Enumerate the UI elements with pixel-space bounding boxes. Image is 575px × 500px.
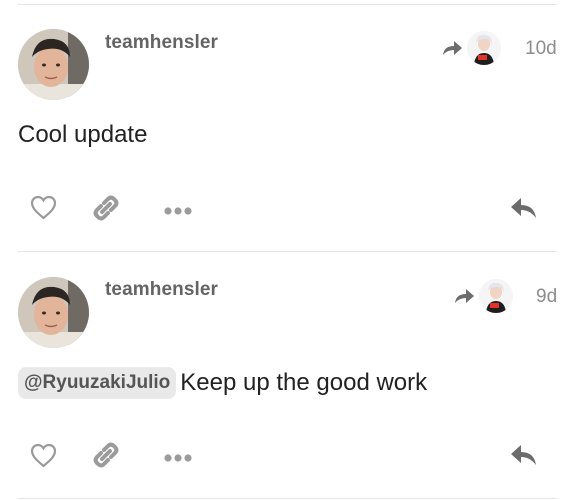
more-icon[interactable] <box>164 450 192 468</box>
link-icon[interactable] <box>91 440 121 475</box>
reply-to-indicator[interactable] <box>453 279 513 313</box>
bottom-divider <box>18 498 557 499</box>
post-text: Keep up the good work <box>180 369 428 396</box>
user-avatar[interactable] <box>18 277 89 348</box>
heart-icon[interactable] <box>29 442 58 474</box>
post-date[interactable]: 10d <box>525 38 557 60</box>
username[interactable]: teamhensler <box>105 32 218 54</box>
post-body: Cool update <box>18 121 147 149</box>
more-icon[interactable] <box>164 203 192 221</box>
reply-to-avatar <box>467 31 501 65</box>
reply-icon[interactable] <box>509 194 538 225</box>
reply-to-avatar <box>479 279 513 313</box>
reply-icon[interactable] <box>509 441 538 472</box>
link-icon[interactable] <box>91 193 121 228</box>
user-avatar[interactable] <box>18 29 89 100</box>
heart-icon[interactable] <box>29 194 58 226</box>
post-text: Cool update <box>18 121 148 148</box>
reply-to-arrow-icon <box>453 286 475 306</box>
reply-to-indicator[interactable] <box>441 31 501 65</box>
reply-to-arrow-icon <box>441 38 463 58</box>
post-date[interactable]: 9d <box>536 286 557 308</box>
post-1: teamhensler 10d Cool update <box>0 0 575 248</box>
post-2: teamhensler 9d @RyuuzakiJulio Keep up the… <box>0 248 575 496</box>
username[interactable]: teamhensler <box>105 279 218 301</box>
post-body: @RyuuzakiJulio Keep up the good work <box>18 367 427 399</box>
user-mention[interactable]: @RyuuzakiJulio <box>18 367 177 399</box>
